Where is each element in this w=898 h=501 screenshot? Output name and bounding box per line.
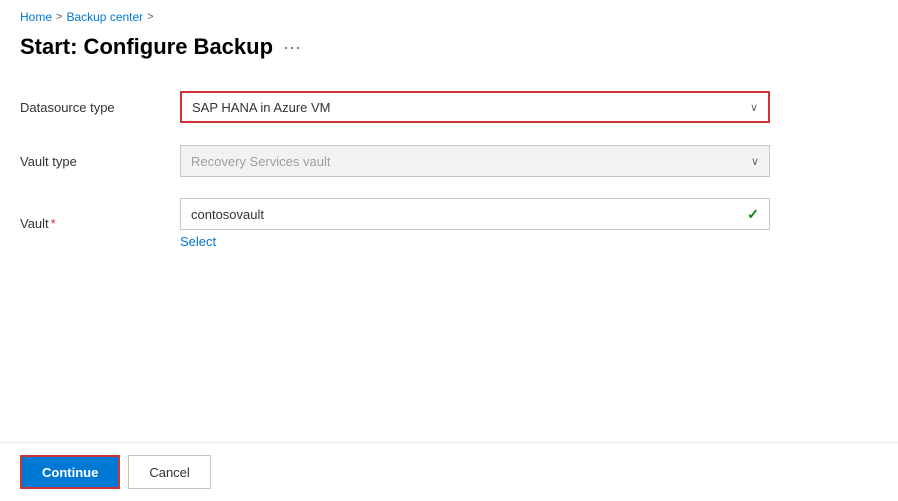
breadcrumb-backup-center[interactable]: Backup center — [66, 10, 143, 24]
vault-control: contosovault ✓ Select — [180, 198, 770, 249]
vault-value: contosovault — [191, 207, 264, 222]
datasource-type-value: SAP HANA in Azure VM — [192, 100, 331, 115]
vault-dropdown[interactable]: contosovault ✓ — [180, 198, 770, 230]
configure-backup-form: Datasource type SAP HANA in Azure VM ∨ V… — [20, 90, 800, 249]
datasource-type-dropdown[interactable]: SAP HANA in Azure VM ∨ — [180, 91, 770, 123]
main-content: Datasource type SAP HANA in Azure VM ∨ V… — [0, 80, 898, 442]
vault-type-control: Recovery Services vault ∨ — [180, 145, 770, 177]
vault-type-label: Vault type — [20, 154, 180, 169]
breadcrumb-sep2: > — [147, 11, 153, 23]
vault-label: Vault* — [20, 216, 180, 231]
chevron-down-icon: ∨ — [751, 155, 759, 168]
vault-row: Vault* contosovault ✓ Select — [20, 198, 800, 249]
checkmark-icon: ✓ — [747, 206, 759, 223]
breadcrumb: Home > Backup center > — [0, 0, 898, 30]
vault-type-dropdown[interactable]: Recovery Services vault ∨ — [180, 145, 770, 177]
breadcrumb-sep1: > — [56, 11, 62, 23]
vault-type-value: Recovery Services vault — [191, 154, 330, 169]
page-title: Start: Configure Backup — [20, 34, 273, 60]
datasource-type-label: Datasource type — [20, 100, 180, 115]
page-header: Start: Configure Backup ··· — [0, 30, 898, 80]
select-vault-link[interactable]: Select — [180, 234, 216, 249]
vault-type-row: Vault type Recovery Services vault ∨ — [20, 144, 800, 178]
continue-button[interactable]: Continue — [20, 455, 120, 489]
breadcrumb-home[interactable]: Home — [20, 10, 52, 24]
datasource-type-row: Datasource type SAP HANA in Azure VM ∨ — [20, 90, 800, 124]
more-options-icon[interactable]: ··· — [283, 37, 301, 58]
footer: Continue Cancel — [0, 442, 898, 501]
vault-required-marker: * — [51, 216, 56, 231]
cancel-button[interactable]: Cancel — [128, 455, 210, 489]
chevron-down-icon: ∨ — [750, 101, 758, 114]
datasource-type-control: SAP HANA in Azure VM ∨ — [180, 91, 770, 123]
